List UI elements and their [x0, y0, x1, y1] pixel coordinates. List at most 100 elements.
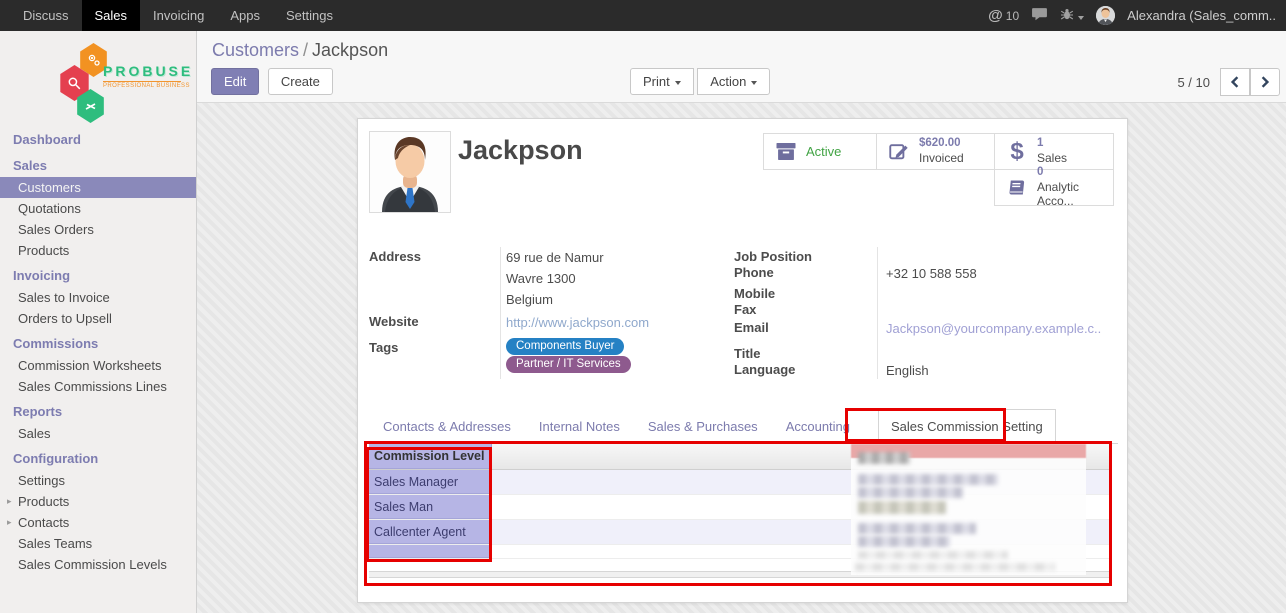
invoiced-stat-value: $620.00 [919, 137, 964, 151]
sidebar-item-sales-commission-levels[interactable]: Sales Commission Levels [0, 554, 196, 575]
field-group-divider [500, 247, 501, 379]
sidebar-item-sales-commissions-lines[interactable]: Sales Commissions Lines [0, 376, 196, 397]
sidebar-item-settings[interactable]: Settings [0, 470, 196, 491]
tags-label: Tags [369, 340, 398, 355]
email-label: Email [734, 320, 769, 335]
website-label: Website [369, 314, 419, 329]
nav-invoicing[interactable]: Invoicing [140, 0, 217, 31]
pager-previous-button[interactable] [1220, 68, 1250, 96]
edit-button[interactable]: Edit [211, 68, 259, 95]
breadcrumb-separator: / [299, 40, 312, 60]
field-group-divider [877, 247, 878, 379]
record-pager: 5 / 10 [1177, 68, 1280, 96]
top-nav-bar: Discuss Sales Invoicing Apps Settings @ … [0, 0, 1286, 31]
sidebar-item-label: Products [18, 494, 69, 509]
action-buttons: Print Action [630, 68, 769, 95]
user-avatar[interactable] [1096, 6, 1115, 25]
expand-arrow-icon[interactable]: ▸ [7, 495, 12, 508]
action-dropdown-button[interactable]: Action [697, 68, 770, 95]
tab-internal-notes[interactable]: Internal Notes [539, 410, 620, 443]
mobile-label: Mobile [734, 286, 775, 301]
sidebar-header-configuration[interactable]: Configuration [0, 444, 196, 470]
sidebar-item-orders-to-upsell[interactable]: Orders to Upsell [0, 308, 196, 329]
sidebar-item-quotations[interactable]: Quotations [0, 198, 196, 219]
commission-level-cell[interactable]: Sales Manager [369, 470, 492, 494]
address-line-1[interactable]: 69 rue de Namur [506, 250, 604, 265]
pager-next-button[interactable] [1250, 68, 1280, 96]
fax-label: Fax [734, 302, 756, 317]
tab-accounting[interactable]: Accounting [786, 410, 850, 443]
tab-sales-commission-setting[interactable]: Sales Commission Setting [878, 409, 1056, 444]
title-label: Title [734, 346, 761, 361]
logo-title: PROBUSE [103, 63, 181, 79]
logo-text: PROBUSE PROFESSIONAL BUSINESS [103, 63, 181, 89]
phone-value[interactable]: +32 10 588 558 [886, 266, 977, 281]
active-stat-label: Active [806, 144, 841, 159]
analytic-accounts-stat-button[interactable]: 0 Analytic Acco... [994, 169, 1114, 206]
commission-level-column-header[interactable]: Commission Level [369, 444, 492, 469]
tab-sales-purchases[interactable]: Sales & Purchases [648, 410, 758, 443]
sidebar: PROBUSE PROFESSIONAL BUSINESS Dashboard … [0, 31, 197, 613]
sidebar-item-commission-worksheets[interactable]: Commission Worksheets [0, 355, 196, 376]
redacted-block [858, 536, 950, 547]
active-stat-button[interactable]: Active [763, 133, 877, 170]
probuse-logo: PROBUSE PROFESSIONAL BUSINESS [0, 39, 196, 125]
nav-settings[interactable]: Settings [273, 0, 346, 31]
sidebar-header-reports[interactable]: Reports [0, 397, 196, 423]
sidebar-header-commissions[interactable]: Commissions [0, 329, 196, 355]
commission-level-cell[interactable] [369, 545, 492, 558]
pager-counter: 5 / 10 [1177, 75, 1210, 90]
partner-photo[interactable] [369, 131, 451, 213]
user-name[interactable]: Alexandra (Sales_comm.. [1127, 8, 1276, 23]
address-line-3[interactable]: Belgium [506, 292, 553, 307]
email-link[interactable]: Jackpson@yourcompany.example.c.. [886, 321, 1101, 336]
print-dropdown-button[interactable]: Print [630, 68, 694, 95]
sidebar-item-label: Contacts [18, 515, 69, 530]
redacted-block [858, 452, 910, 464]
chat-icon[interactable] [1031, 7, 1048, 24]
nav-sales[interactable]: Sales [82, 0, 141, 31]
main-content: Jackpson Active $620.00 Invoiced $ [197, 103, 1286, 613]
redacted-block [858, 487, 963, 498]
sidebar-header-invoicing[interactable]: Invoicing [0, 261, 196, 287]
app-screen: Discuss Sales Invoicing Apps Settings @ … [0, 0, 1286, 613]
sidebar-item-sales-to-invoice[interactable]: Sales to Invoice [0, 287, 196, 308]
job-position-label: Job Position [734, 249, 812, 264]
tag-components-buyer[interactable]: Components Buyer [506, 338, 624, 355]
expand-arrow-icon[interactable]: ▸ [7, 516, 12, 529]
breadcrumb-customers-link[interactable]: Customers [212, 40, 299, 60]
mentions-button[interactable]: @ 10 [988, 7, 1019, 24]
commission-level-cell[interactable]: Sales Man [369, 495, 492, 519]
tab-contacts-addresses[interactable]: Contacts & Addresses [383, 410, 511, 443]
phone-label: Phone [734, 265, 774, 280]
sidebar-item-sales-orders[interactable]: Sales Orders [0, 219, 196, 240]
nav-discuss[interactable]: Discuss [10, 0, 82, 31]
debug-bug-menu[interactable] [1060, 7, 1084, 24]
create-button[interactable]: Create [268, 68, 333, 95]
invoiced-stat-label: Invoiced [919, 151, 964, 165]
breadcrumb-current: Jackpson [312, 40, 388, 60]
redacted-block [858, 551, 1008, 559]
language-value[interactable]: English [886, 363, 929, 378]
sidebar-item-config-contacts[interactable]: ▸ Contacts [0, 512, 196, 533]
sidebar-item-config-products[interactable]: ▸ Products [0, 491, 196, 512]
sidebar-item-customers[interactable]: Customers [0, 177, 196, 198]
language-label: Language [734, 362, 795, 377]
sidebar-header-dashboard[interactable]: Dashboard [0, 125, 196, 151]
sales-stat-button[interactable]: $ 1 Sales [994, 133, 1114, 170]
address-line-2[interactable]: Wavre 1300 [506, 271, 576, 286]
invoiced-stat-button[interactable]: $620.00 Invoiced [876, 133, 995, 170]
dollar-icon: $ [1004, 138, 1030, 166]
top-nav-menu: Discuss Sales Invoicing Apps Settings [0, 0, 346, 31]
tag-partner-it-services[interactable]: Partner / IT Services [506, 356, 631, 373]
website-link[interactable]: http://www.jackpson.com [506, 315, 649, 330]
sidebar-item-sales-teams[interactable]: Sales Teams [0, 533, 196, 554]
chevron-down-icon [675, 81, 681, 85]
sidebar-item-products[interactable]: Products [0, 240, 196, 261]
sidebar-header-sales[interactable]: Sales [0, 151, 196, 177]
sidebar-item-reports-sales[interactable]: Sales [0, 423, 196, 444]
commission-level-cell[interactable]: Callcenter Agent [369, 520, 492, 544]
nav-apps[interactable]: Apps [217, 0, 273, 31]
control-panel: Customers/Jackpson Edit Create Print Act… [197, 31, 1286, 103]
redacted-block [858, 474, 998, 485]
